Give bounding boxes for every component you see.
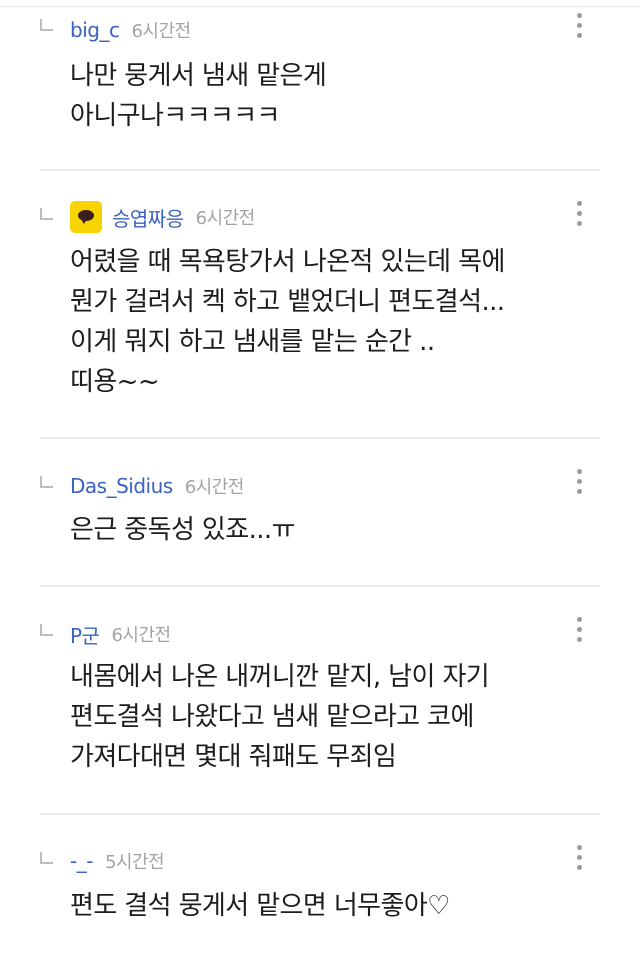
comment-text: 은근 중독성 있죠...ㅠ: [70, 515, 295, 545]
comment-divider: [40, 169, 600, 171]
reply-arrow-icon: [40, 624, 53, 636]
reply-arrow-icon: [40, 852, 53, 864]
comment-header: P군 6시간전: [70, 619, 171, 649]
comment-header: 승엽짜응 6시간전: [70, 201, 256, 233]
more-options-icon[interactable]: [570, 13, 590, 39]
comment-header: Das_Sidius 6시간전: [70, 471, 244, 501]
comment-time: 5시간전: [104, 852, 165, 873]
more-options-icon[interactable]: [570, 617, 590, 643]
comment-author[interactable]: -_-: [70, 849, 93, 873]
comment-time: 6시간전: [111, 625, 171, 646]
comment-author[interactable]: 승엽짜응: [112, 203, 184, 232]
reply-arrow-icon: [40, 476, 53, 488]
comment-text: 어렸을 때 목욕탕가서 나온적 있는데 목에 뭔가 걸려서 켁 하고 뱉었더니 …: [70, 247, 505, 397]
comment-author[interactable]: P군: [70, 620, 100, 649]
comment-text: 내몸에서 나온 내꺼니깐 맡지, 남이 자기 편도결석 나왔다고 냄새 맡으라고…: [70, 662, 490, 772]
reply-arrow-icon: [40, 208, 53, 220]
kakao-talk-icon: [70, 201, 102, 233]
comment-time: 6시간전: [184, 477, 245, 498]
comment-author[interactable]: big_c: [70, 18, 120, 42]
comment-author[interactable]: Das_Sidius: [70, 474, 173, 498]
comment-header: -_- 5시간전: [70, 846, 165, 876]
comment-divider: [40, 437, 600, 439]
comment-text: 편도 결석 뭉게서 맡으면 너무좋아♡: [70, 891, 450, 921]
comment-time: 6시간전: [195, 208, 256, 229]
comment-divider: [40, 813, 600, 815]
reply-arrow-icon: [40, 19, 53, 31]
comment-divider: [40, 585, 600, 587]
comment-text: 나만 뭉게서 냄새 맡은게 아니구나ㅋㅋㅋㅋㅋ: [70, 61, 327, 131]
more-options-icon[interactable]: [570, 845, 590, 871]
top-divider: [0, 6, 640, 7]
comment-header: big_c 6시간전: [70, 15, 191, 45]
more-options-icon[interactable]: [570, 469, 590, 495]
comment-time: 6시간전: [131, 21, 191, 42]
more-options-icon[interactable]: [570, 201, 590, 227]
